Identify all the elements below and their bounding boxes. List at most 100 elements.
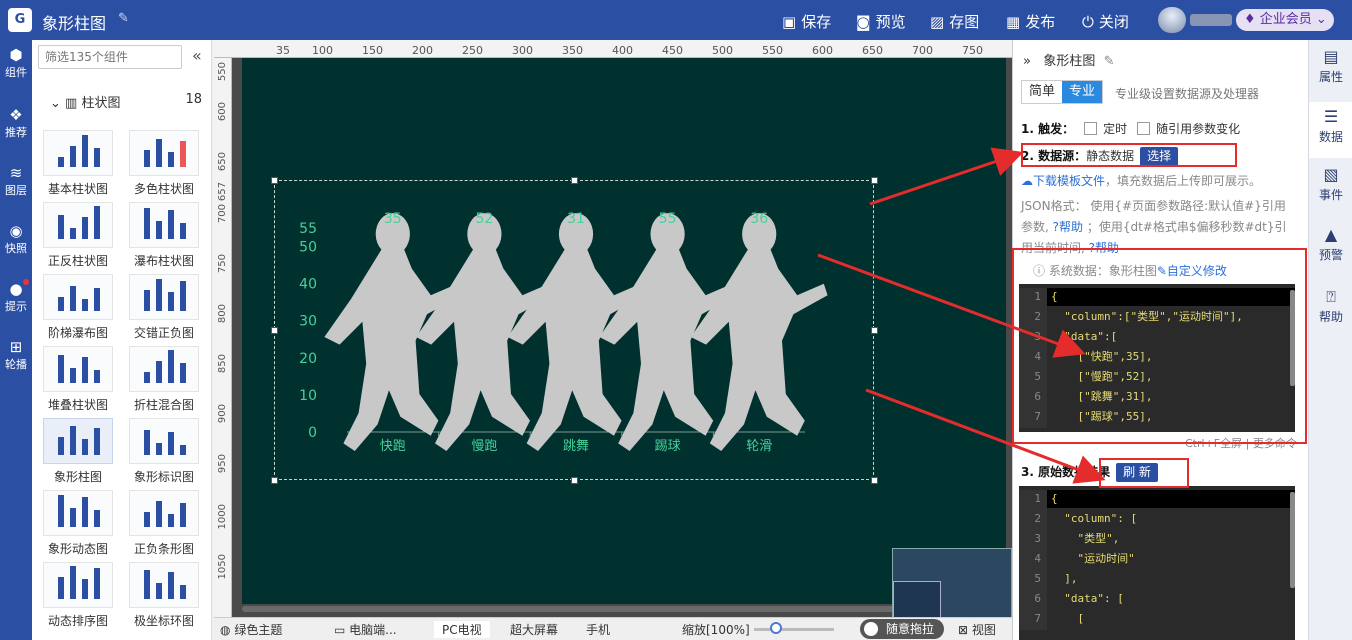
ruler-mark: 750 (962, 44, 983, 57)
mobile-button[interactable]: 手机 (586, 621, 610, 638)
resize-handle[interactable] (271, 477, 278, 484)
ruler-mark: 700 (912, 44, 933, 57)
palette-item[interactable]: 极坐标环图 (126, 562, 202, 632)
palette-item[interactable]: 象形柱图 (40, 418, 116, 488)
ruler-mark: 200 (412, 44, 433, 57)
palette-item[interactable]: 堆叠柱状图 (40, 346, 116, 416)
resize-handle[interactable] (571, 177, 578, 184)
drag-toggle[interactable]: 随意拖拉 (860, 619, 944, 639)
tab-hint: 专业级设置数据源及处理器 (1115, 87, 1260, 101)
ruler-mark: 650 (862, 44, 883, 57)
rail-events[interactable]: ▧ 事件 (1309, 164, 1352, 203)
timer-checkbox[interactable] (1084, 122, 1098, 135)
events-icon: ▧ (1323, 165, 1339, 184)
selection-box[interactable] (271, 177, 878, 484)
chevron-down-icon: ⌄ (50, 96, 61, 111)
palette-thumbnail (43, 562, 113, 608)
resize-handle[interactable] (871, 177, 878, 184)
palette-item[interactable]: 多色柱状图 (126, 130, 202, 200)
palette-item[interactable]: 阶梯瀑布图 (40, 274, 116, 344)
canvas-area: 35 100 150 200 250 300 350 400 450 500 550 600 650 70… (214, 40, 1012, 620)
horizontal-ruler: 35 100 150 200 250 300 350 400 450 500 550 600 650 70… (214, 40, 1012, 58)
palette-item[interactable]: 瀑布柱状图 (126, 202, 202, 272)
ruler-mark: 850 (217, 354, 228, 374)
view-button[interactable]: ⊠ 视图 (958, 621, 996, 638)
desktop-button[interactable]: ▭ 电脑端... (334, 621, 397, 638)
expand-icon[interactable]: » (1023, 54, 1031, 69)
ruler-mark: 400 (612, 44, 633, 57)
ruler-mark: 450 (662, 44, 683, 57)
alarm-icon: ▲ (1324, 225, 1338, 244)
theme-button[interactable]: ◍ 绿色主题 (220, 621, 282, 638)
big-screen-button[interactable]: 超大屏幕 (510, 621, 558, 638)
minimap[interactable] (892, 548, 1012, 620)
minimap-viewport[interactable] (893, 581, 941, 620)
database-icon: ☰ (1323, 107, 1339, 126)
ruler-mark: 750 (217, 254, 228, 274)
component-search-input[interactable] (38, 45, 182, 69)
ruler-mark: 550 (762, 44, 783, 57)
palette-item[interactable]: 折柱混合图 (126, 346, 202, 416)
param-change-checkbox[interactable] (1137, 122, 1151, 135)
rail-data[interactable]: ☰ 数据 (1309, 102, 1352, 158)
zoom-slider[interactable] (754, 628, 834, 631)
save-button[interactable]: ▣ 保存 (782, 11, 831, 32)
resize-handle[interactable] (571, 477, 578, 484)
layers-icon: ≋ (9, 164, 23, 182)
rail-help[interactable]: ⍰ 帮助 (1309, 286, 1352, 325)
zoom-label: 缩放[100%] (682, 623, 750, 637)
group-header-bar-charts[interactable]: ⌄ ▥ 柱状图 18 (50, 92, 202, 111)
palette-item[interactable]: 基本柱状图 (40, 130, 116, 200)
bar-chart-icon: ▥ (65, 96, 78, 111)
palette-item[interactable]: 象形标识图 (126, 418, 202, 488)
ruler-mark: 800 (217, 304, 228, 324)
avatar[interactable] (1158, 7, 1186, 33)
collapse-icon[interactable]: « (192, 46, 202, 65)
rail-properties[interactable]: ▤ 属性 (1309, 46, 1352, 85)
zoom-slider-knob[interactable] (770, 622, 782, 634)
publish-button[interactable]: ▦ 发布 (1006, 11, 1055, 32)
resize-handle[interactable] (271, 177, 278, 184)
tab-simple[interactable]: 简单 (1022, 81, 1062, 103)
nav-recommend[interactable]: ❖ 推荐 (0, 106, 32, 140)
ruler-mark: 550 (217, 62, 228, 82)
tab-pro[interactable]: 专业 (1062, 81, 1103, 103)
rail-alerts[interactable]: ▲ 预警 (1309, 224, 1352, 263)
snapshot-button[interactable]: ▨ 存图 (930, 11, 979, 32)
palette-item[interactable]: 正反柱状图 (40, 202, 116, 272)
edit-title-icon[interactable]: ✎ (118, 11, 129, 26)
palette-thumbnail (129, 418, 199, 464)
palette-item[interactable]: 动态排序图 (40, 562, 116, 632)
line-number: 5 (1019, 570, 1047, 590)
resize-handle[interactable] (871, 327, 878, 334)
nav-layers[interactable]: ≋ 图层 (0, 164, 32, 198)
preview-button[interactable]: ◙ 预览 (856, 11, 906, 32)
help-link[interactable]: ?帮助 (1053, 220, 1083, 234)
download-template-link[interactable]: ☁下载模板文件 (1021, 174, 1105, 188)
resize-handle[interactable] (271, 327, 278, 334)
panel-header: » 象形柱图 ✎ (1023, 54, 1115, 69)
properties-icon: ▤ (1323, 47, 1339, 66)
vip-badge[interactable]: ♦ 企业会员 ⌄ (1236, 9, 1334, 31)
close-button[interactable]: ⏻ 关闭 (1082, 11, 1129, 32)
palette-thumbnail (43, 418, 113, 464)
ruler-mark: 300 (512, 44, 533, 57)
palette-item[interactable]: 象形动态图 (40, 490, 116, 560)
nav-components[interactable]: ⬢ 组件 (0, 46, 32, 80)
palette-thumbnail (129, 562, 199, 608)
nav-snapshot[interactable]: ◉ 快照 (0, 222, 32, 256)
nav-tips[interactable]: ● 提示 (0, 279, 32, 314)
resize-handle[interactable] (871, 477, 878, 484)
ruler-mark: 650 (217, 152, 228, 172)
pc-tv-button[interactable]: PC电视 (434, 621, 490, 638)
help-icon: ⍰ (1326, 287, 1336, 306)
canvas-page[interactable]: 0 10 20 30 40 50 55 35 快跑 52 慢跑 31 跳舞 55 踢球 36 轮滑 (242, 58, 1006, 604)
raw-result-viewer[interactable]: 1 {2 "column": [3 "类型", 4 "运动时间" 5 ], 6 "dat… (1019, 486, 1295, 640)
code-line: [ (1051, 612, 1085, 625)
code-line: "column": [ (1051, 512, 1138, 525)
nav-carousel[interactable]: ⊞ 轮播 (0, 338, 32, 372)
edit-icon[interactable]: ✎ (1104, 54, 1115, 69)
palette-item[interactable]: 正负条形图 (126, 490, 202, 560)
palette-item[interactable]: 交错正负图 (126, 274, 202, 344)
editor-scrollbar[interactable] (1290, 492, 1295, 588)
